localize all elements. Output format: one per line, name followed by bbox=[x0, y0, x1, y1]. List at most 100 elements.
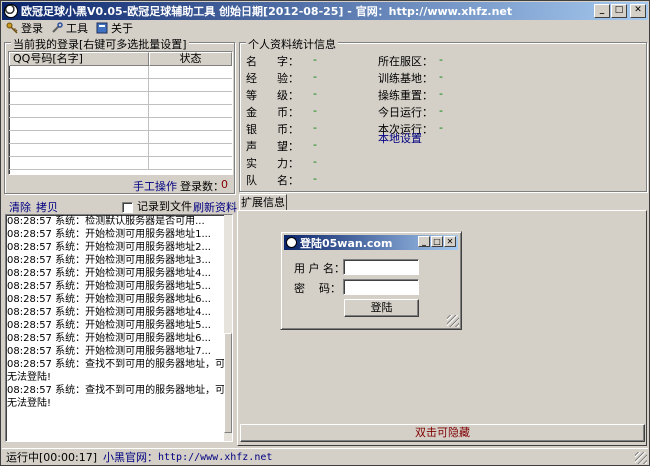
menu-about[interactable]: 关于 bbox=[92, 20, 137, 36]
list-row[interactable] bbox=[9, 118, 232, 131]
profile-field-row: 所在服区： - bbox=[378, 53, 443, 69]
menu-login[interactable]: 登录 bbox=[2, 20, 47, 36]
profile-field-label: 训练基地： bbox=[378, 72, 433, 85]
profile-field-value: - bbox=[313, 138, 317, 151]
col-header-status[interactable]: 状态 bbox=[149, 52, 232, 66]
profile-field-label: 望 bbox=[277, 140, 288, 153]
resize-grip[interactable] bbox=[447, 315, 459, 327]
log-textbox[interactable]: 08:28:57 系统：检测默认服务器是否可用... 08:28:57 系统：开始… bbox=[5, 214, 233, 442]
list-row[interactable] bbox=[9, 105, 232, 118]
profile-field-row: 实 力： - bbox=[246, 155, 317, 171]
key-icon bbox=[6, 22, 18, 34]
local-settings-link[interactable]: 本地设置 bbox=[378, 130, 422, 146]
log-line: 08:28:57 系统：开始检测可用服务器地址4... bbox=[7, 307, 211, 318]
username-input[interactable] bbox=[343, 259, 419, 275]
log-line: 08:28:57 系统：开始检测可用服务器地址6... bbox=[7, 294, 211, 305]
site-url-link[interactable]: http://www.xhfz.net bbox=[158, 452, 272, 463]
profile-field-row: 等 级： - bbox=[246, 87, 317, 103]
profile-group: 个人资料统计信息 名字： - 经验： - 等级： - 金币： - 银币： - 声望： - 实力： - 队名：… bbox=[239, 36, 647, 192]
login-dialog-titlebar[interactable]: 登陆05wan.com _ □ ✕ bbox=[284, 235, 458, 250]
wrench-icon bbox=[51, 22, 63, 34]
profile-title: 个人资料统计信息 bbox=[246, 36, 338, 52]
profile-field-row: 声 望： - bbox=[246, 138, 317, 154]
login-submit-button[interactable]: 登陆 bbox=[344, 299, 419, 317]
menu-tools[interactable]: 工具 bbox=[47, 20, 92, 36]
clear-log-button[interactable]: 清除 bbox=[9, 199, 31, 215]
log-line: 08:28:57 系统：开始检测可用服务器地址1... bbox=[7, 229, 211, 240]
dialog-close-button[interactable]: ✕ bbox=[444, 236, 456, 247]
profile-field-colon: ： bbox=[288, 106, 299, 119]
dialog-maximize-button[interactable]: □ bbox=[431, 236, 443, 247]
profile-field-row: 银 币： - bbox=[246, 121, 317, 137]
profile-field-value: - bbox=[439, 53, 443, 66]
profile-field-label: 币 bbox=[277, 123, 288, 136]
title-bar[interactable]: 欧冠足球小黑V0.05-欧冠足球辅助工具 创始日期[2012-08-25] - … bbox=[2, 2, 648, 20]
log-line: 08:28:57 系统：开始检测可用服务器地址5... bbox=[7, 281, 211, 292]
profile-field-label: 验 bbox=[277, 72, 288, 85]
menu-about-label: 关于 bbox=[111, 22, 133, 35]
profile-field-colon: ： bbox=[288, 72, 299, 85]
status-bar: 运行中[00:00:17] 小黑官网： http://www.xhfz.net bbox=[2, 448, 648, 465]
profile-field-row: 今日运行： - bbox=[378, 104, 443, 120]
record-to-file-label: 记录到文件 bbox=[137, 200, 192, 213]
profile-field-value: - bbox=[313, 87, 317, 100]
log-line: 08:28:57 系统：开始检测可用服务器地址6... bbox=[7, 333, 211, 344]
login-listview[interactable]: QQ号码[名字] 状态 bbox=[8, 51, 233, 175]
log-scrollbar[interactable] bbox=[224, 215, 232, 441]
checkbox-box[interactable] bbox=[122, 201, 133, 213]
dialog-minimize-button[interactable]: _ bbox=[418, 236, 430, 247]
minimize-button[interactable]: _ bbox=[594, 4, 610, 18]
profile-field-colon: ： bbox=[288, 140, 299, 153]
log-line: 08:28:57 系统：查找不到可用的服务器地址，可能 bbox=[7, 385, 233, 396]
soccer-ball-icon bbox=[4, 4, 18, 18]
login-dialog-title: 登陆05wan.com bbox=[300, 236, 393, 250]
main-window: 欧冠足球小黑V0.05-欧冠足球辅助工具 创始日期[2012-08-25] - … bbox=[0, 0, 650, 466]
profile-field-value: - bbox=[313, 155, 317, 168]
list-row[interactable] bbox=[9, 66, 232, 79]
login-count-label: 登录数： bbox=[180, 180, 224, 193]
log-line: 08:28:57 系统：开始检测可用服务器地址4... bbox=[7, 268, 211, 279]
profile-field-colon: ： bbox=[288, 55, 299, 68]
profile-field-label: 名 bbox=[246, 55, 257, 68]
profile-field-label: 金 bbox=[246, 106, 257, 119]
log-line: 08:28:57 系统：查找不到可用的服务器地址，可能 bbox=[7, 359, 233, 370]
list-row[interactable] bbox=[9, 144, 232, 157]
window-resize-grip[interactable] bbox=[635, 452, 647, 464]
profile-field-label: 力 bbox=[277, 157, 288, 170]
log-line: 08:28:57 系统：检测默认服务器是否可用... bbox=[7, 216, 205, 227]
profile-field-label: 经 bbox=[246, 72, 257, 85]
refresh-profile-button[interactable]: 刷新资料 bbox=[193, 199, 237, 215]
double-click-hide-button[interactable]: 双击可隐藏 bbox=[240, 424, 645, 442]
profile-field-value: - bbox=[439, 121, 443, 134]
list-row[interactable] bbox=[9, 92, 232, 105]
profile-field-value: - bbox=[439, 87, 443, 100]
running-time: 运行中[00:00:17] bbox=[6, 451, 97, 464]
maximize-button[interactable]: □ bbox=[611, 4, 627, 18]
tab-ext-info[interactable]: 扩展信息 bbox=[239, 194, 287, 211]
profile-field-label: 今日运行： bbox=[378, 106, 433, 119]
window-title: 欧冠足球小黑V0.05-欧冠足球辅助工具 创始日期[2012-08-25] - … bbox=[21, 5, 513, 18]
book-icon bbox=[96, 22, 108, 34]
list-row[interactable] bbox=[9, 157, 232, 170]
dialog-app-icon bbox=[286, 237, 297, 248]
password-input[interactable] bbox=[343, 279, 419, 295]
log-line: 08:28:57 系统：开始检测可用服务器地址7... bbox=[7, 346, 211, 357]
col-header-qq[interactable]: QQ号码[名字] bbox=[9, 52, 149, 66]
profile-field-label: 等 bbox=[246, 89, 257, 102]
manual-operation-link[interactable]: 手工操作 bbox=[133, 178, 177, 194]
list-row[interactable] bbox=[9, 131, 232, 144]
close-button[interactable]: ✕ bbox=[630, 4, 646, 18]
copy-log-button[interactable]: 拷贝 bbox=[36, 199, 58, 215]
profile-field-row: 操练重置： - bbox=[378, 87, 443, 103]
profile-field-colon: ： bbox=[288, 174, 299, 187]
login-count-value: 0 bbox=[221, 178, 228, 191]
profile-field-label: 声 bbox=[246, 140, 257, 153]
profile-field-colon: ： bbox=[288, 123, 299, 136]
list-row[interactable] bbox=[9, 79, 232, 92]
menu-login-label: 登录 bbox=[21, 22, 43, 35]
record-to-file-checkbox[interactable]: 记录到文件 bbox=[122, 198, 192, 214]
profile-field-value: - bbox=[313, 172, 317, 185]
profile-field-colon: ： bbox=[288, 89, 299, 102]
scrollbar-thumb[interactable] bbox=[224, 333, 232, 433]
log-line: 08:28:57 系统：开始检测可用服务器地址3... bbox=[7, 255, 211, 266]
